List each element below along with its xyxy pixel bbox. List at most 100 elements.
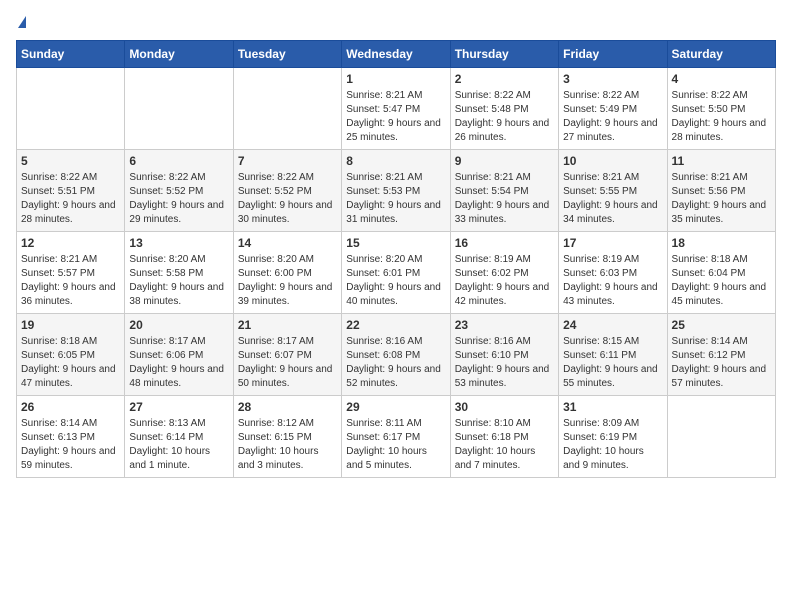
calendar-header-row: SundayMondayTuesdayWednesdayThursdayFrid… <box>17 41 776 68</box>
calendar-cell: 1 Sunrise: 8:21 AMSunset: 5:47 PMDaylight… <box>342 68 450 150</box>
day-info: Sunrise: 8:22 AMSunset: 5:52 PMDaylight:… <box>129 171 228 227</box>
day-number: 19 <box>21 318 120 332</box>
day-number: 18 <box>672 236 771 250</box>
day-number: 5 <box>21 154 120 168</box>
day-info: Sunrise: 8:17 AMSunset: 6:06 PMDaylight:… <box>129 335 228 391</box>
day-info: Sunrise: 8:16 AMSunset: 6:10 PMDaylight:… <box>455 335 554 391</box>
calendar-cell: 8 Sunrise: 8:21 AMSunset: 5:53 PMDaylight… <box>342 150 450 232</box>
calendar-cell: 22 Sunrise: 8:16 AMSunset: 6:08 PMDayligh… <box>342 314 450 396</box>
day-info: Sunrise: 8:21 AMSunset: 5:53 PMDaylight:… <box>346 171 445 227</box>
day-number: 6 <box>129 154 228 168</box>
calendar-cell: 4 Sunrise: 8:22 AMSunset: 5:50 PMDaylight… <box>667 68 775 150</box>
day-number: 14 <box>238 236 337 250</box>
day-number: 13 <box>129 236 228 250</box>
calendar-cell: 11 Sunrise: 8:21 AMSunset: 5:56 PMDayligh… <box>667 150 775 232</box>
day-info: Sunrise: 8:20 AMSunset: 5:58 PMDaylight:… <box>129 253 228 309</box>
day-info: Sunrise: 8:21 AMSunset: 5:54 PMDaylight:… <box>455 171 554 227</box>
calendar-week-row: 19 Sunrise: 8:18 AMSunset: 6:05 PMDayligh… <box>17 314 776 396</box>
calendar-cell: 6 Sunrise: 8:22 AMSunset: 5:52 PMDaylight… <box>125 150 233 232</box>
calendar-day-header: Monday <box>125 41 233 68</box>
calendar-cell <box>17 68 125 150</box>
calendar-cell: 5 Sunrise: 8:22 AMSunset: 5:51 PMDaylight… <box>17 150 125 232</box>
calendar-week-row: 1 Sunrise: 8:21 AMSunset: 5:47 PMDaylight… <box>17 68 776 150</box>
calendar-week-row: 5 Sunrise: 8:22 AMSunset: 5:51 PMDaylight… <box>17 150 776 232</box>
calendar-cell: 10 Sunrise: 8:21 AMSunset: 5:55 PMDayligh… <box>559 150 667 232</box>
calendar-cell: 16Sunrise: 8:19 AMSunset: 6:02 PMDayligh… <box>450 232 558 314</box>
calendar-cell: 25 Sunrise: 8:14 AMSunset: 6:12 PMDayligh… <box>667 314 775 396</box>
calendar-cell: 23 Sunrise: 8:16 AMSunset: 6:10 PMDayligh… <box>450 314 558 396</box>
day-info: Sunrise: 8:17 AMSunset: 6:07 PMDaylight:… <box>238 335 337 391</box>
day-info: Sunrise: 8:21 AMSunset: 5:57 PMDaylight:… <box>21 253 120 309</box>
calendar-cell: 21Sunrise: 8:17 AMSunset: 6:07 PMDayligh… <box>233 314 341 396</box>
day-number: 8 <box>346 154 445 168</box>
day-info: Sunrise: 8:14 AMSunset: 6:13 PMDaylight:… <box>21 417 120 473</box>
logo-triangle-icon <box>18 16 26 28</box>
calendar-cell: 29 Sunrise: 8:11 AMSunset: 6:17 PMDayligh… <box>342 396 450 478</box>
day-number: 1 <box>346 72 445 86</box>
day-info: Sunrise: 8:19 AMSunset: 6:03 PMDaylight:… <box>563 253 662 309</box>
day-number: 11 <box>672 154 771 168</box>
calendar-day-header: Friday <box>559 41 667 68</box>
day-number: 17 <box>563 236 662 250</box>
calendar-cell: 24 Sunrise: 8:15 AMSunset: 6:11 PMDayligh… <box>559 314 667 396</box>
calendar-cell: 28 Sunrise: 8:12 AMSunset: 6:15 PMDayligh… <box>233 396 341 478</box>
day-info: Sunrise: 8:19 AMSunset: 6:02 PMDaylight:… <box>455 253 554 309</box>
day-info: Sunrise: 8:14 AMSunset: 6:12 PMDaylight:… <box>672 335 771 391</box>
day-info: Sunrise: 8:21 AMSunset: 5:47 PMDaylight:… <box>346 89 445 145</box>
day-number: 3 <box>563 72 662 86</box>
day-info: Sunrise: 8:22 AMSunset: 5:51 PMDaylight:… <box>21 171 120 227</box>
day-number: 20 <box>129 318 228 332</box>
day-info: Sunrise: 8:12 AMSunset: 6:15 PMDaylight:… <box>238 417 337 473</box>
day-info: Sunrise: 8:20 AMSunset: 6:01 PMDaylight:… <box>346 253 445 309</box>
day-info: Sunrise: 8:13 AMSunset: 6:14 PMDaylight:… <box>129 417 228 473</box>
day-info: Sunrise: 8:22 AMSunset: 5:49 PMDaylight:… <box>563 89 662 145</box>
day-info: Sunrise: 8:21 AMSunset: 5:55 PMDaylight:… <box>563 171 662 227</box>
calendar-cell: 17 Sunrise: 8:19 AMSunset: 6:03 PMDayligh… <box>559 232 667 314</box>
day-number: 26 <box>21 400 120 414</box>
day-info: Sunrise: 8:11 AMSunset: 6:17 PMDaylight:… <box>346 417 445 473</box>
logo <box>16 16 26 28</box>
calendar-day-header: Saturday <box>667 41 775 68</box>
calendar-cell: 19 Sunrise: 8:18 AMSunset: 6:05 PMDayligh… <box>17 314 125 396</box>
day-number: 7 <box>238 154 337 168</box>
day-number: 29 <box>346 400 445 414</box>
day-info: Sunrise: 8:15 AMSunset: 6:11 PMDaylight:… <box>563 335 662 391</box>
day-number: 12 <box>21 236 120 250</box>
calendar-cell: 20 Sunrise: 8:17 AMSunset: 6:06 PMDayligh… <box>125 314 233 396</box>
calendar-cell <box>125 68 233 150</box>
calendar-day-header: Wednesday <box>342 41 450 68</box>
calendar-cell: 26 Sunrise: 8:14 AMSunset: 6:13 PMDayligh… <box>17 396 125 478</box>
calendar-cell: 9 Sunrise: 8:21 AMSunset: 5:54 PMDaylight… <box>450 150 558 232</box>
day-number: 4 <box>672 72 771 86</box>
calendar-cell: 31Sunrise: 8:09 AMSunset: 6:19 PMDayligh… <box>559 396 667 478</box>
calendar-cell: 7 Sunrise: 8:22 AMSunset: 5:52 PMDaylight… <box>233 150 341 232</box>
day-info: Sunrise: 8:18 AMSunset: 6:05 PMDaylight:… <box>21 335 120 391</box>
calendar-day-header: Thursday <box>450 41 558 68</box>
calendar-week-row: 12 Sunrise: 8:21 AMSunset: 5:57 PMDayligh… <box>17 232 776 314</box>
calendar-cell <box>233 68 341 150</box>
page-header <box>16 16 776 28</box>
day-info: Sunrise: 8:18 AMSunset: 6:04 PMDaylight:… <box>672 253 771 309</box>
day-number: 23 <box>455 318 554 332</box>
day-number: 22 <box>346 318 445 332</box>
day-info: Sunrise: 8:16 AMSunset: 6:08 PMDaylight:… <box>346 335 445 391</box>
day-info: Sunrise: 8:21 AMSunset: 5:56 PMDaylight:… <box>672 171 771 227</box>
day-info: Sunrise: 8:22 AMSunset: 5:50 PMDaylight:… <box>672 89 771 145</box>
day-number: 25 <box>672 318 771 332</box>
calendar-day-header: Sunday <box>17 41 125 68</box>
day-number: 31 <box>563 400 662 414</box>
day-number: 28 <box>238 400 337 414</box>
day-number: 9 <box>455 154 554 168</box>
day-number: 30 <box>455 400 554 414</box>
calendar-cell: 30Sunrise: 8:10 AMSunset: 6:18 PMDayligh… <box>450 396 558 478</box>
calendar-cell: 3 Sunrise: 8:22 AMSunset: 5:49 PMDaylight… <box>559 68 667 150</box>
day-number: 15 <box>346 236 445 250</box>
day-number: 10 <box>563 154 662 168</box>
calendar-cell: 13 Sunrise: 8:20 AMSunset: 5:58 PMDayligh… <box>125 232 233 314</box>
day-info: Sunrise: 8:22 AMSunset: 5:48 PMDaylight:… <box>455 89 554 145</box>
day-info: Sunrise: 8:22 AMSunset: 5:52 PMDaylight:… <box>238 171 337 227</box>
calendar-week-row: 26 Sunrise: 8:14 AMSunset: 6:13 PMDayligh… <box>17 396 776 478</box>
day-info: Sunrise: 8:20 AMSunset: 6:00 PMDaylight:… <box>238 253 337 309</box>
day-number: 24 <box>563 318 662 332</box>
calendar-cell: 14 Sunrise: 8:20 AMSunset: 6:00 PMDayligh… <box>233 232 341 314</box>
